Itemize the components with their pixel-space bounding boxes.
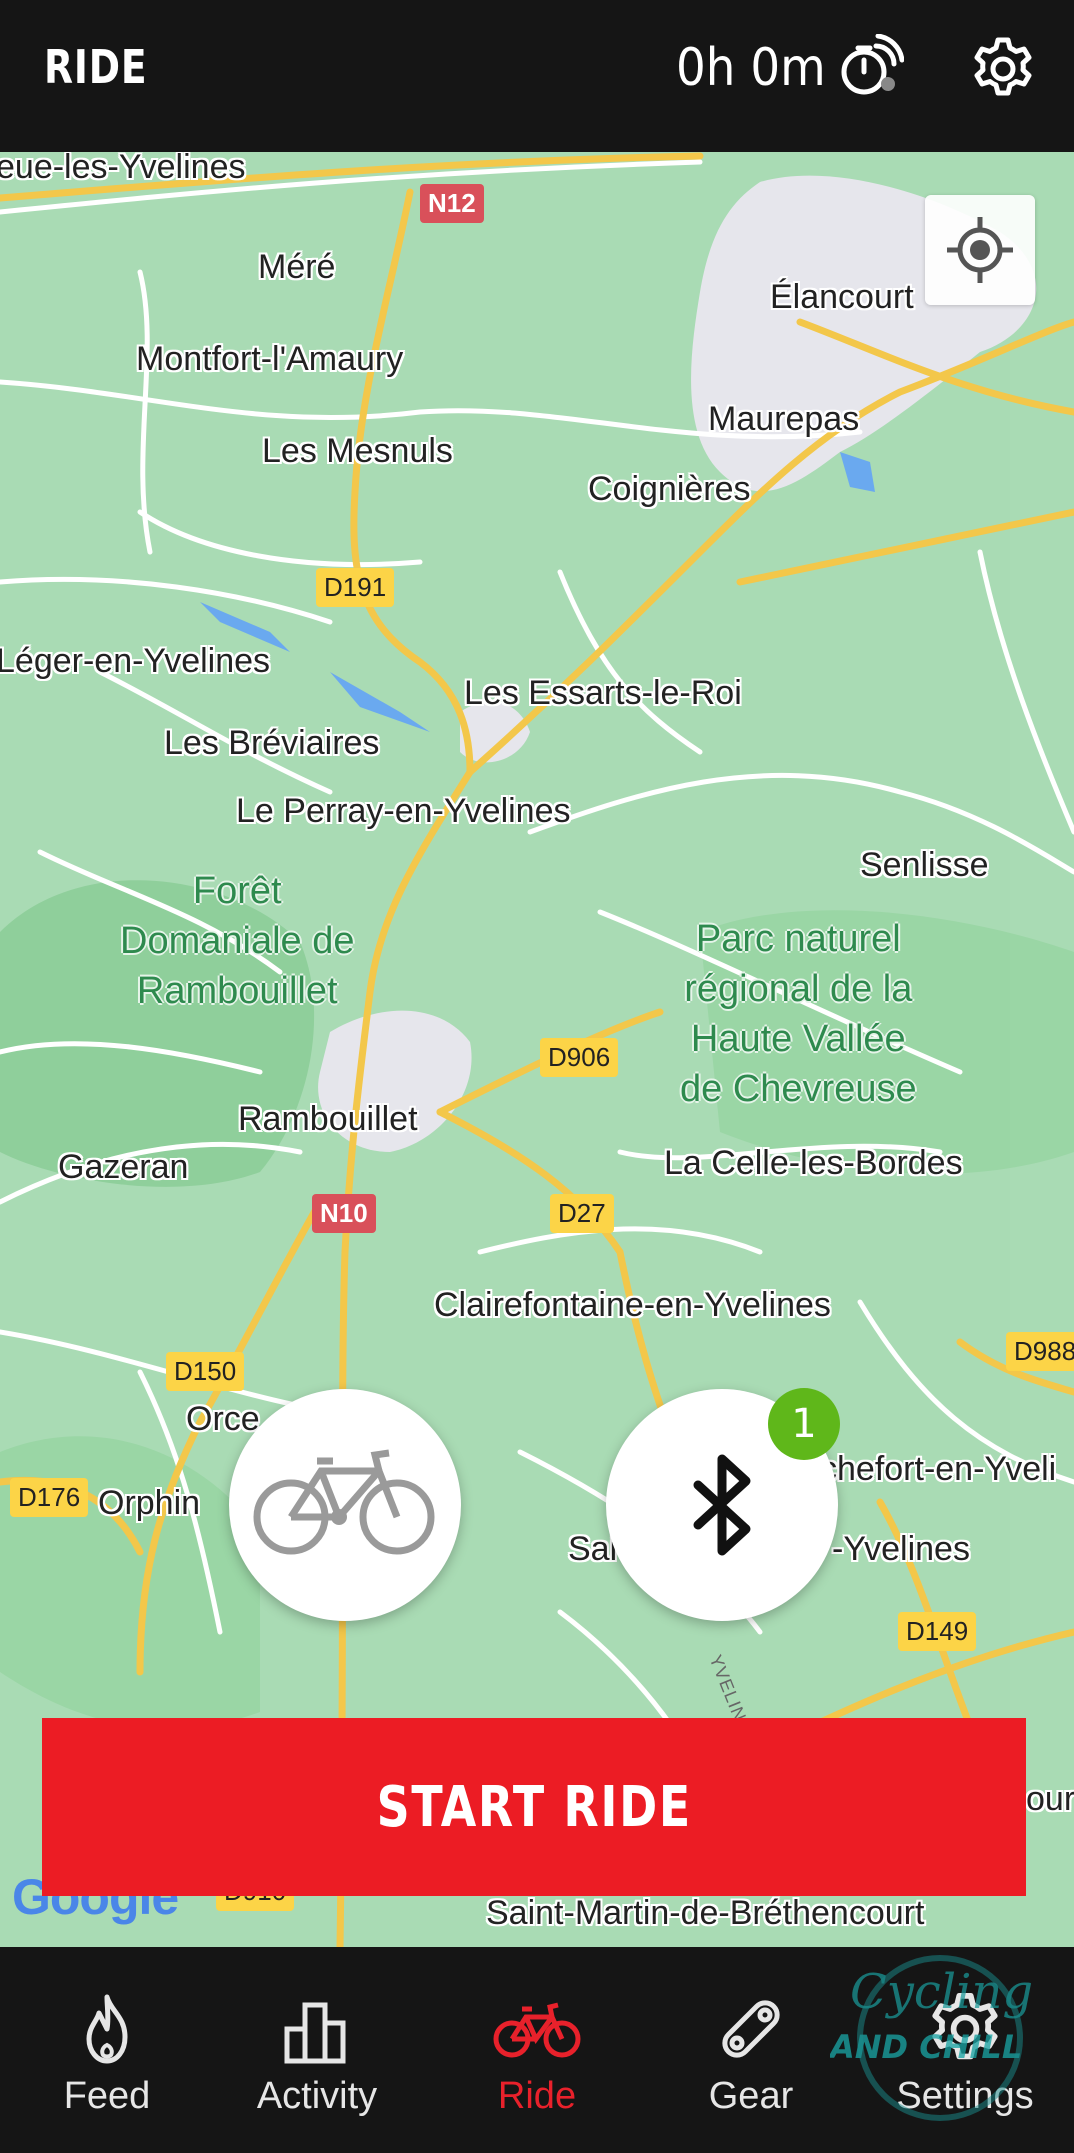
road-shield: N10 xyxy=(312,1194,376,1233)
map-label: Orphin xyxy=(98,1484,201,1522)
map-label: Les Essarts-le-Roi xyxy=(464,674,742,712)
locate-me-button[interactable] xyxy=(925,195,1035,305)
watermark-line1: Cycling xyxy=(850,1964,1033,2020)
ride-timer: 0h 0m xyxy=(676,38,826,98)
road-shield: D191 xyxy=(316,568,395,607)
map-label: Les Bréviaires xyxy=(164,724,380,762)
map-label: ourc xyxy=(1026,1780,1074,1818)
nav-label: Gear xyxy=(708,2075,794,2117)
bike-icon xyxy=(493,2002,581,2058)
map-label: Saint-Martin-de-Bréthencourt xyxy=(486,1894,925,1932)
map-label: Méré xyxy=(258,248,336,286)
nav-item-ride[interactable]: Ride xyxy=(430,1947,644,2153)
sensor-count-badge: 1 xyxy=(768,1388,840,1460)
chain-link-icon xyxy=(722,2000,780,2058)
road-shield: N12 xyxy=(420,184,484,223)
map-label: La Celle-les-Bordes xyxy=(664,1144,963,1182)
map-label: Clairefontaine-en-Yvelines xyxy=(434,1286,831,1324)
stopwatch-satellite-icon[interactable] xyxy=(838,34,904,100)
flame-icon xyxy=(86,1994,128,2064)
watermark-line2: AND CHILL xyxy=(830,2028,1022,2066)
page-title: RIDE xyxy=(44,40,148,94)
map-label: Coignières xyxy=(588,470,751,508)
nav-item-activity[interactable]: Activity xyxy=(210,1947,424,2153)
my-location-icon xyxy=(947,217,1013,283)
nav-label: Feed xyxy=(63,2075,151,2117)
nav-item-feed[interactable]: Feed xyxy=(0,1947,214,2153)
road-bike-icon xyxy=(253,1449,435,1555)
road-shield: D150 xyxy=(166,1352,245,1391)
map-label: Les Mesnuls xyxy=(262,432,453,470)
start-ride-label: START RIDE xyxy=(376,1774,692,1840)
settings-gear-icon[interactable] xyxy=(968,34,1038,104)
road-shield: D988 xyxy=(1006,1332,1074,1371)
map-label: Élancourt xyxy=(770,278,914,316)
nav-item-gear[interactable]: Gear xyxy=(644,1947,858,2153)
map-label: Rambouillet xyxy=(238,1100,418,1138)
road-shield: D906 xyxy=(540,1038,619,1077)
park-label: Parc naturel régional de la Haute Vallée… xyxy=(680,918,917,1110)
map-label: Léger-en-Yvelines xyxy=(0,642,271,680)
bar-chart-icon xyxy=(284,2002,346,2064)
select-bike-button[interactable] xyxy=(229,1389,461,1621)
map-label: Gazeran xyxy=(58,1148,189,1186)
park-label: Forêt Domaniale de Rambouillet xyxy=(120,870,355,1012)
road-shield: D27 xyxy=(550,1194,614,1233)
map-label: Montfort-l'Amaury xyxy=(136,340,404,378)
map-label: eue-les-Yvelines xyxy=(0,152,246,186)
top-bar: RIDE 0h 0m xyxy=(0,0,1074,152)
map-label: Senlisse xyxy=(860,846,989,884)
road-shield: D149 xyxy=(898,1612,977,1651)
map-label: Le Perray-en-Yvelines xyxy=(236,792,571,830)
map-label: -Yvelines xyxy=(832,1530,970,1568)
start-ride-button[interactable]: START RIDE xyxy=(42,1718,1026,1896)
road-shield: D176 xyxy=(10,1478,89,1517)
map-label: chefort-en-Yveli xyxy=(820,1450,1057,1488)
nav-label: Activity xyxy=(256,2075,378,2117)
map-label: Maurepas xyxy=(708,400,860,438)
nav-label: Ride xyxy=(497,2075,577,2117)
map-view[interactable]: eue-les-Yvelines Méré Élancourt Montfort… xyxy=(0,152,1074,1947)
cycling-and-chill-watermark: Cycling AND CHILL xyxy=(830,1955,1033,2121)
